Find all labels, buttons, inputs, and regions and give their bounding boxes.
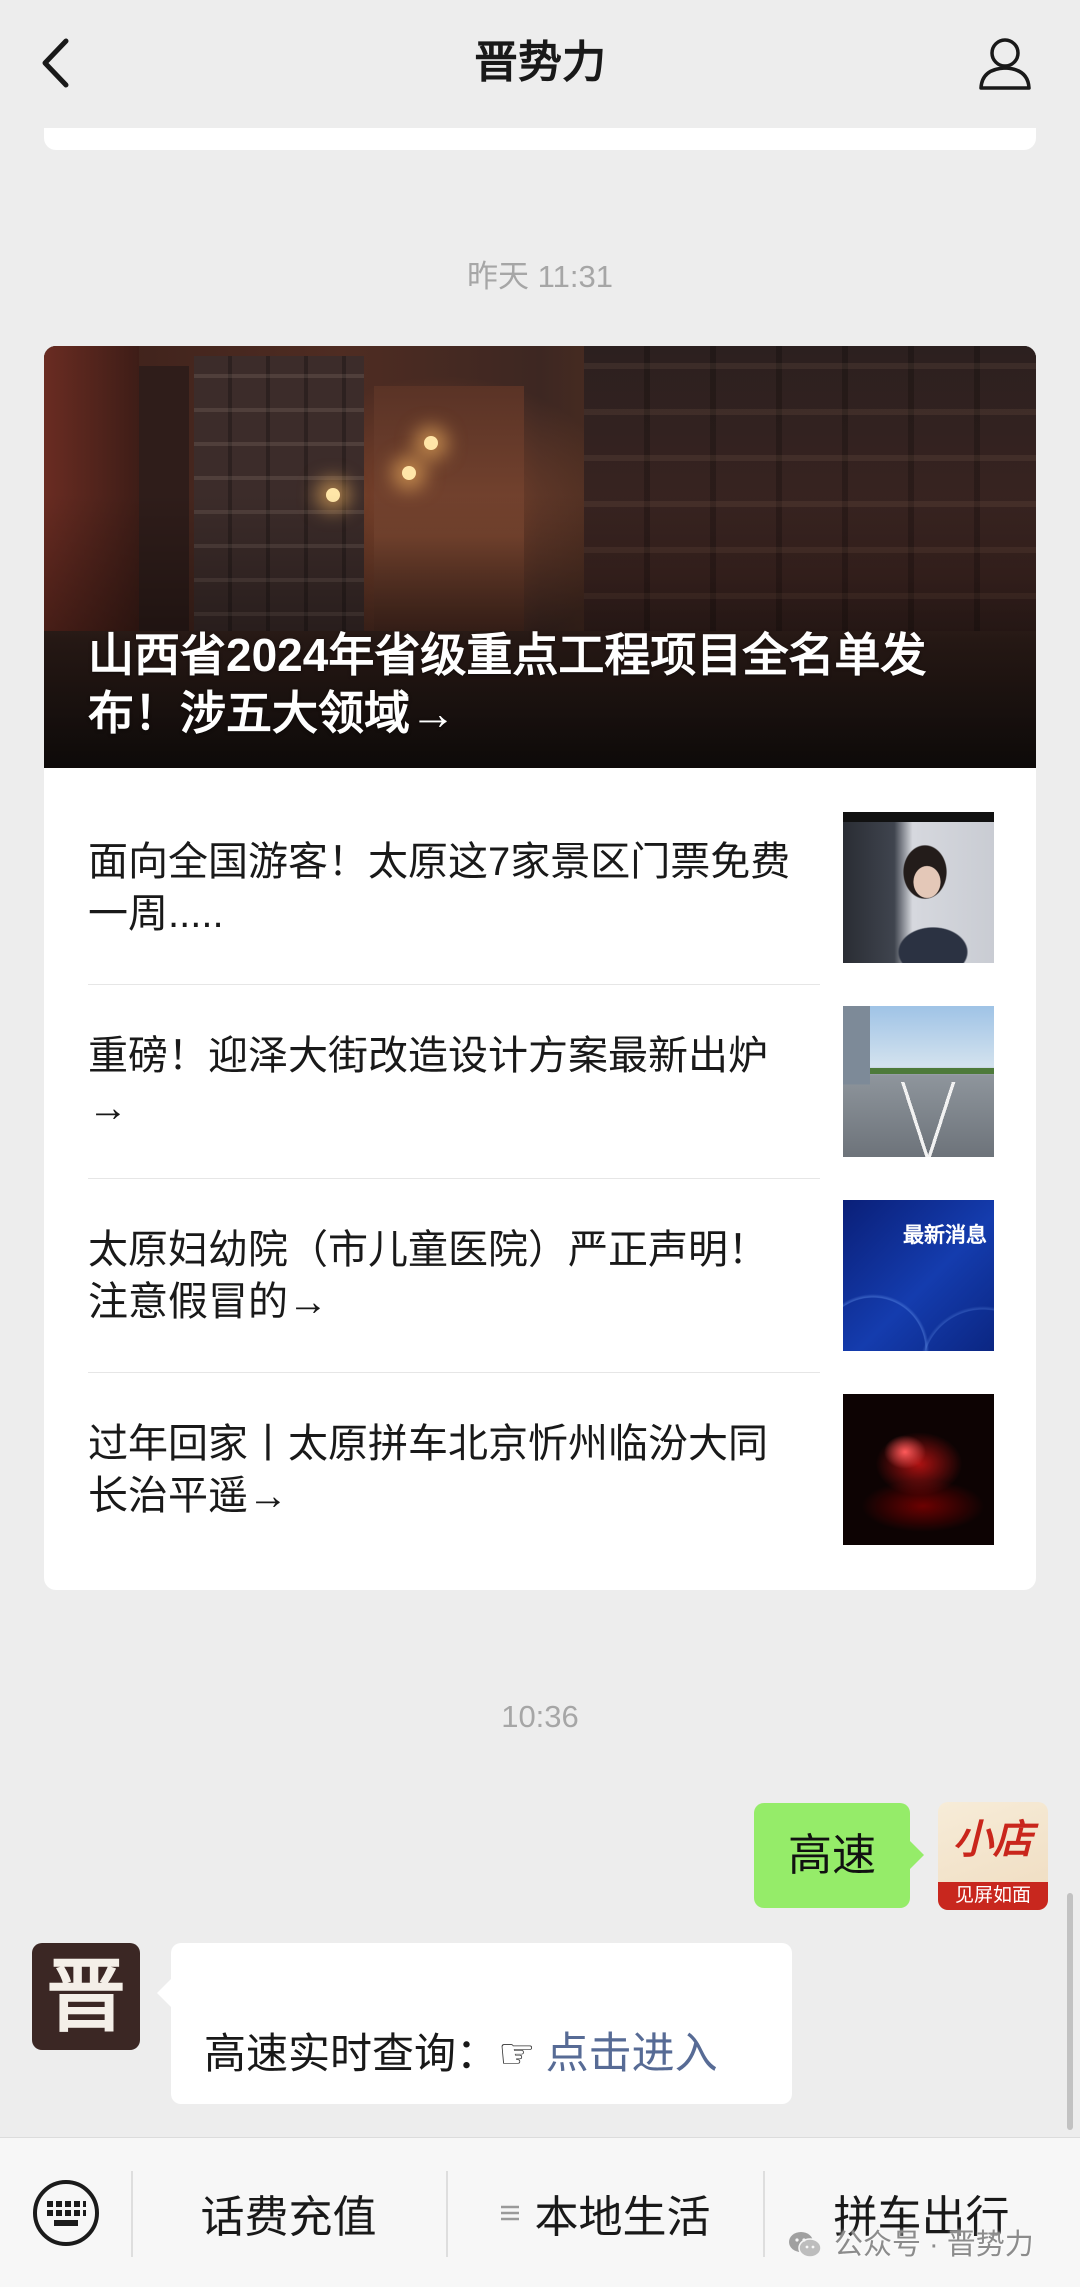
cover-article[interactable]: 山西省2024年省级重点工程项目全名单发布！涉五大领域→ — [44, 346, 1036, 768]
avatar-logo-text: 小店 — [953, 1818, 1033, 1862]
keyboard-icon — [33, 2180, 99, 2246]
cover-headline: 山西省2024年省级重点工程项目全名单发布！涉五大领域→ — [88, 629, 927, 739]
article-title: 重磅！迎泽大街改造设计方案最新出炉→ — [88, 1034, 768, 1130]
pointing-hand-glyph: ☞ — [498, 2030, 536, 2077]
wechat-icon — [789, 2232, 822, 2258]
nav-bar: 晋势力 — [0, 0, 1080, 128]
thumbnail-caption: 最新消息 — [903, 1222, 987, 1247]
article-title: 过年回家丨太原拼车北京忻州临汾大同长治平遥→ — [88, 1422, 768, 1518]
message-prefix: 高速实时查询： — [204, 2030, 499, 2077]
menu-item-carpool[interactable]: 拼车出行 — [763, 2138, 1080, 2287]
watermark-text: 公众号 · 晋势力 — [834, 2229, 1034, 2261]
menu-item-label: 本地生活 — [534, 2193, 711, 2242]
article-list-item[interactable]: 重磅！迎泽大街改造设计方案最新出炉→ — [44, 985, 1036, 1179]
article-list-item[interactable]: 面向全国游客！太原这7家景区门票免费一周..... — [44, 791, 1036, 985]
keyboard-toggle-button[interactable] — [32, 2179, 100, 2247]
watermark: 公众号 · 晋势力 — [788, 2226, 1034, 2264]
message-timestamp: 昨天 11:31 — [467, 259, 613, 294]
article-thumbnail — [843, 812, 994, 963]
article-card: 山西省2024年省级重点工程项目全名单发布！涉五大领域→ 面向全国游客！太原这7… — [44, 346, 1036, 1590]
menu-lines-icon — [500, 2205, 519, 2221]
article-title: 太原妇幼院（市儿童医院）严正声明！注意假冒的→ — [88, 1228, 768, 1324]
menu-item-phone-recharge[interactable]: 话费充值 — [131, 2138, 446, 2287]
chat-screen: 晋势力 昨天 11:31 山西省2024年省级重点工程项目全名单发布！涉五大领域… — [0, 0, 1080, 2287]
article-list-item[interactable]: 过年回家丨太原拼车北京忻州临汾大同长治平遥→ — [44, 1373, 1036, 1567]
article-thumbnail — [843, 1394, 994, 1545]
article-thumbnail — [843, 1006, 994, 1157]
received-message-text: 高速实时查询：☞ 点击进入 — [204, 2026, 718, 2082]
message-timestamp: 10:36 — [501, 1699, 579, 1734]
sent-message-bubble[interactable]: 高速 — [754, 1803, 924, 1908]
received-message-bubble[interactable]: 高速实时查询：☞ 点击进入 — [157, 1943, 792, 2104]
article-thumbnail: 最新消息 — [843, 1200, 994, 1351]
article-list-item[interactable]: 太原妇幼院（市儿童医院）严正声明！注意假冒的→ 最新消息 — [44, 1179, 1036, 1373]
article-list: 面向全国游客！太原这7家景区门票免费一周..... 重磅！迎泽大街改造设计方案最… — [44, 768, 1036, 1590]
avatar-slogan: 见屏如面 — [938, 1882, 1048, 1910]
article-title: 面向全国游客！太原这7家景区门票免费一周..... — [88, 840, 791, 936]
user-icon — [979, 38, 1031, 90]
bottom-menu-bar: 话费充值 本地生活 拼车出行 — [0, 2137, 1080, 2287]
my-avatar[interactable]: 小店 见屏如面 — [938, 1802, 1048, 1910]
page-title: 晋势力 — [474, 38, 606, 87]
scrollbar[interactable] — [1067, 1893, 1073, 2130]
profile-button[interactable] — [976, 36, 1034, 92]
menu-item-label: 话费充值 — [200, 2193, 377, 2242]
account-avatar[interactable]: 晋 — [32, 1943, 140, 2050]
menu-item-local-life[interactable]: 本地生活 — [446, 2138, 763, 2287]
enter-link[interactable]: 点击进入 — [546, 2030, 718, 2078]
